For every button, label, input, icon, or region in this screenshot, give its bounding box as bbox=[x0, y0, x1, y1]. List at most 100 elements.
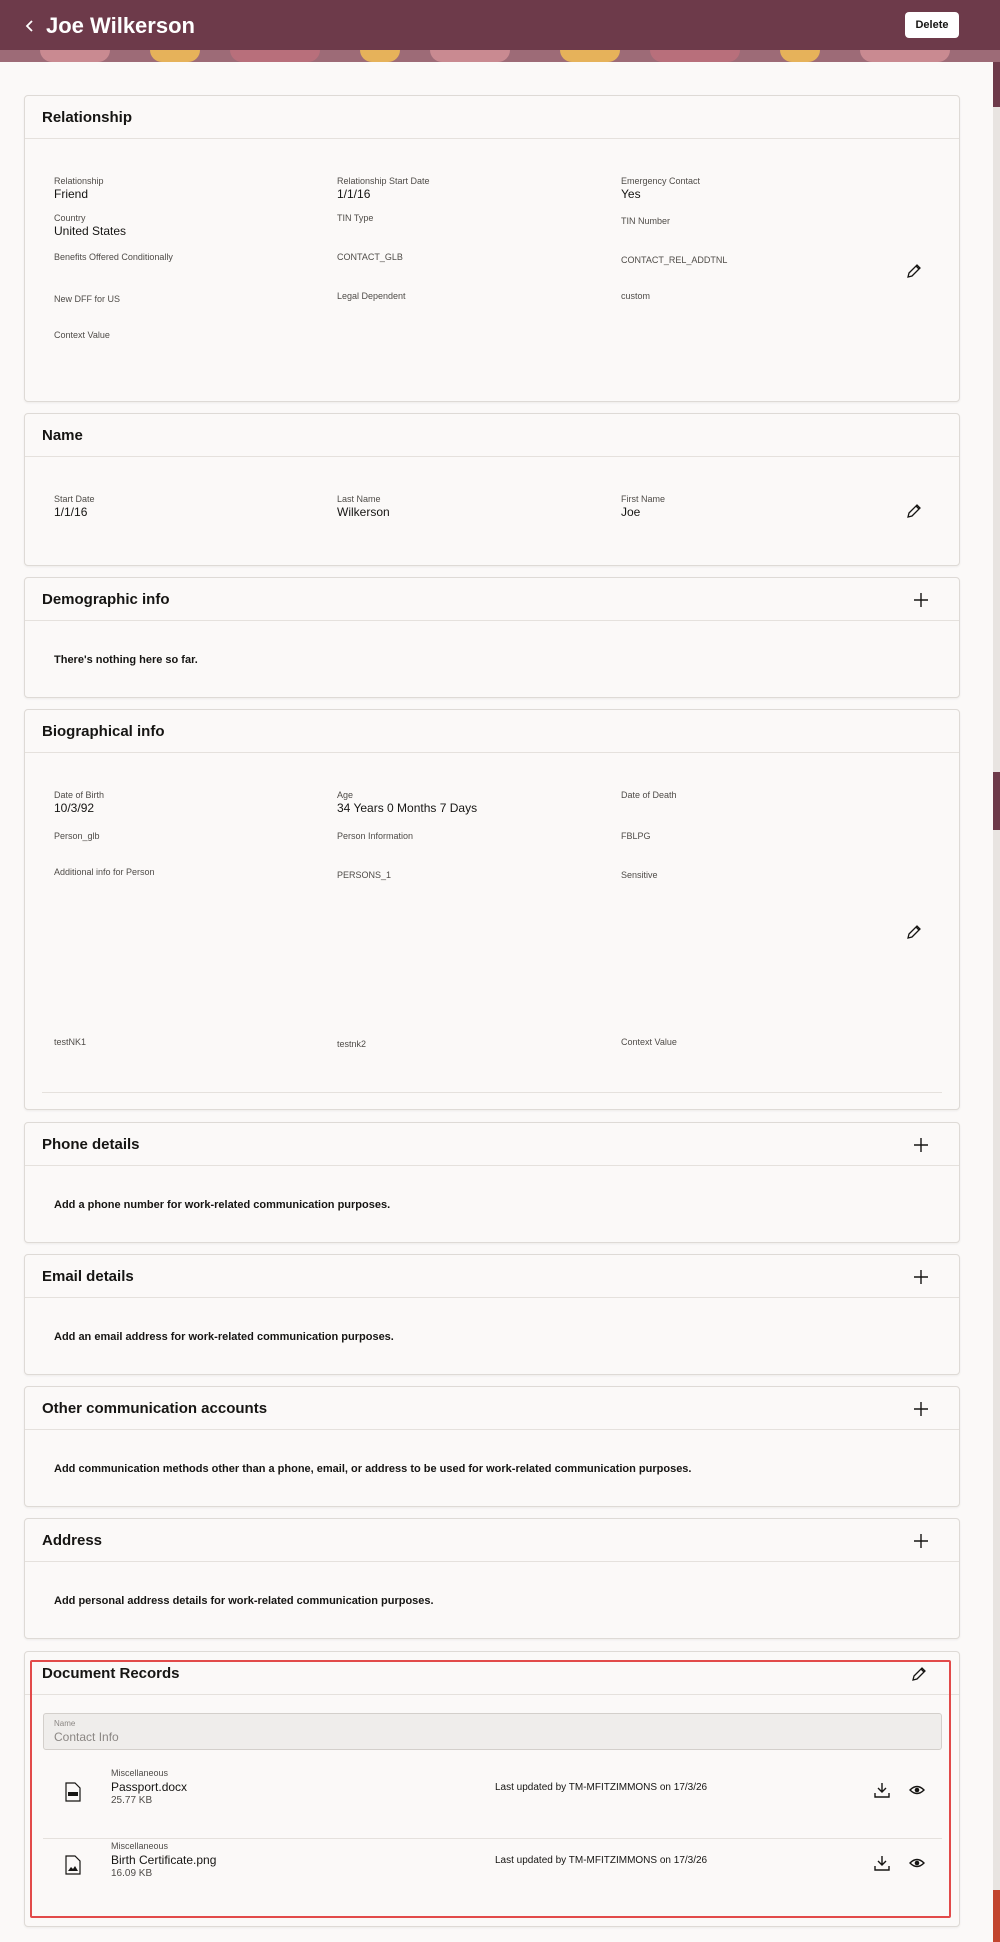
email-add-button[interactable] bbox=[910, 1266, 932, 1288]
phone-add-button[interactable] bbox=[910, 1134, 932, 1156]
name-edit-button[interactable] bbox=[903, 500, 925, 522]
testnk1-field: testNK1 bbox=[54, 1037, 87, 1047]
phone-card: Phone details Add a phone number for wor… bbox=[24, 1122, 960, 1243]
bio-context-value-field: Context Value bbox=[621, 1037, 677, 1047]
document-records-card: Document Records Name Contact Info Misce… bbox=[24, 1651, 960, 1927]
pencil-icon bbox=[907, 925, 921, 939]
relationship-edit-button[interactable] bbox=[903, 260, 925, 282]
document-file-size: 25.77 KB bbox=[111, 1795, 153, 1806]
persons-1-field: PERSONS_1 bbox=[337, 870, 392, 880]
delete-button[interactable]: Delete bbox=[905, 12, 959, 38]
biographical-edit-button[interactable] bbox=[903, 921, 925, 943]
other-communication-empty-message: Add communication methods other than a p… bbox=[54, 1463, 692, 1475]
relationship-card: Relationship Relationship Friend Relatio… bbox=[24, 95, 960, 402]
custom-field: custom bbox=[621, 291, 651, 301]
document-name-field[interactable]: Name Contact Info bbox=[43, 1713, 942, 1750]
document-file-name[interactable]: Passport.docx bbox=[111, 1780, 187, 1794]
person-glb-field: Person_glb bbox=[54, 831, 100, 841]
demographic-card: Demographic info There's nothing here so… bbox=[24, 577, 960, 698]
plus-icon bbox=[914, 1402, 928, 1416]
name-title: Name bbox=[42, 427, 83, 444]
new-dff-field: New DFF for US bbox=[54, 294, 121, 304]
document-records-title: Document Records bbox=[42, 1665, 180, 1682]
download-button[interactable] bbox=[871, 1852, 893, 1874]
document-last-updated: Last updated by TM-MFITZIMMONS on 17/3/2… bbox=[495, 1782, 708, 1793]
address-add-button[interactable] bbox=[910, 1530, 932, 1552]
demographic-empty-message: There's nothing here so far. bbox=[54, 654, 198, 666]
email-card: Email details Add an email address for w… bbox=[24, 1254, 960, 1375]
date-of-birth-field: Date of Birth 10/3/92 bbox=[54, 790, 105, 815]
document-records-edit-button[interactable] bbox=[908, 1663, 930, 1685]
demographic-title: Demographic info bbox=[42, 591, 170, 608]
plus-icon bbox=[914, 1534, 928, 1548]
phone-empty-message: Add a phone number for work-related comm… bbox=[54, 1199, 391, 1211]
view-button[interactable] bbox=[906, 1779, 928, 1801]
header-decorative-band bbox=[0, 50, 1000, 62]
start-date-field: Start Date 1/1/16 bbox=[54, 494, 95, 519]
relationship-title: Relationship bbox=[42, 109, 133, 126]
contact-glb-field: CONTACT_GLB bbox=[337, 252, 403, 262]
view-button[interactable] bbox=[906, 1852, 928, 1874]
eye-icon bbox=[909, 1858, 925, 1868]
other-communication-card-header: Other communication accounts bbox=[25, 1387, 959, 1430]
demographic-card-header: Demographic info bbox=[25, 578, 959, 621]
legal-dependent-field: Legal Dependent bbox=[337, 291, 406, 301]
download-button[interactable] bbox=[871, 1779, 893, 1801]
biographical-card: Biographical info Date of Birth 10/3/92 … bbox=[24, 709, 960, 1110]
benefits-offered-field: Benefits Offered Conditionally bbox=[54, 252, 173, 262]
phone-title: Phone details bbox=[42, 1136, 140, 1153]
plus-icon bbox=[914, 1138, 928, 1152]
page-header: Joe Wilkerson Delete bbox=[0, 0, 1000, 62]
eye-icon bbox=[909, 1785, 925, 1795]
address-card: Address Add personal address details for… bbox=[24, 1518, 960, 1639]
additional-info-field: Additional info for Person bbox=[54, 867, 155, 877]
relationship-field: Relationship Friend bbox=[54, 176, 104, 201]
divider bbox=[42, 1092, 942, 1093]
plus-icon bbox=[914, 593, 928, 607]
other-communication-card: Other communication accounts Add communi… bbox=[24, 1386, 960, 1507]
relationship-start-date-field: Relationship Start Date 1/1/16 bbox=[337, 176, 430, 201]
last-name-field: Last Name Wilkerson bbox=[337, 494, 390, 519]
phone-card-header: Phone details bbox=[25, 1123, 959, 1166]
document-name-value: Contact Info bbox=[54, 1730, 119, 1744]
address-empty-message: Add personal address details for work-re… bbox=[54, 1595, 434, 1607]
biographical-card-header: Biographical info bbox=[25, 710, 959, 753]
contact-rel-addtnl-field: CONTACT_REL_ADDTNL bbox=[621, 255, 728, 265]
other-communication-add-button[interactable] bbox=[910, 1398, 932, 1420]
document-row: Miscellaneous Passport.docx 25.77 KB Las… bbox=[43, 1757, 942, 1829]
date-of-death-field: Date of Death bbox=[621, 790, 677, 800]
relationship-card-header: Relationship bbox=[25, 96, 959, 139]
tin-type-field: TIN Type bbox=[337, 213, 374, 223]
demographic-add-button[interactable] bbox=[910, 589, 932, 611]
page-title: Joe Wilkerson bbox=[46, 13, 195, 38]
tin-number-field: TIN Number bbox=[621, 216, 671, 226]
download-icon bbox=[874, 1856, 890, 1871]
pencil-icon bbox=[907, 504, 921, 518]
email-card-header: Email details bbox=[25, 1255, 959, 1298]
doc-file-icon bbox=[65, 1782, 81, 1802]
biographical-title: Biographical info bbox=[42, 723, 165, 740]
name-card-header: Name bbox=[25, 414, 959, 457]
chevron-left-icon bbox=[25, 20, 33, 32]
pencil-icon bbox=[912, 1667, 926, 1681]
testnk2-field: testnk2 bbox=[337, 1039, 367, 1049]
document-last-updated: Last updated by TM-MFITZIMMONS on 17/3/2… bbox=[495, 1855, 708, 1866]
document-records-card-header: Document Records bbox=[25, 1652, 959, 1695]
age-field: Age 34 Years 0 Months 7 Days bbox=[337, 790, 478, 815]
page-scrollbar[interactable] bbox=[993, 62, 1000, 1942]
back-button[interactable] bbox=[16, 12, 44, 40]
email-title: Email details bbox=[42, 1268, 134, 1285]
name-card: Name Start Date 1/1/16 Last Name Wilkers… bbox=[24, 413, 960, 566]
document-name-label: Name bbox=[54, 1719, 76, 1728]
email-empty-message: Add an email address for work-related co… bbox=[54, 1331, 394, 1343]
plus-icon bbox=[914, 1270, 928, 1284]
pencil-icon bbox=[907, 264, 921, 278]
country-field: Country United States bbox=[54, 213, 127, 238]
person-information-field: Person Information bbox=[337, 831, 414, 841]
other-communication-title: Other communication accounts bbox=[42, 1400, 268, 1417]
fblpg-field: FBLPG bbox=[621, 831, 651, 841]
document-category: Miscellaneous bbox=[111, 1768, 169, 1778]
document-file-size: 16.09 KB bbox=[111, 1868, 153, 1879]
download-icon bbox=[874, 1783, 890, 1798]
document-file-name[interactable]: Birth Certificate.png bbox=[111, 1853, 216, 1867]
